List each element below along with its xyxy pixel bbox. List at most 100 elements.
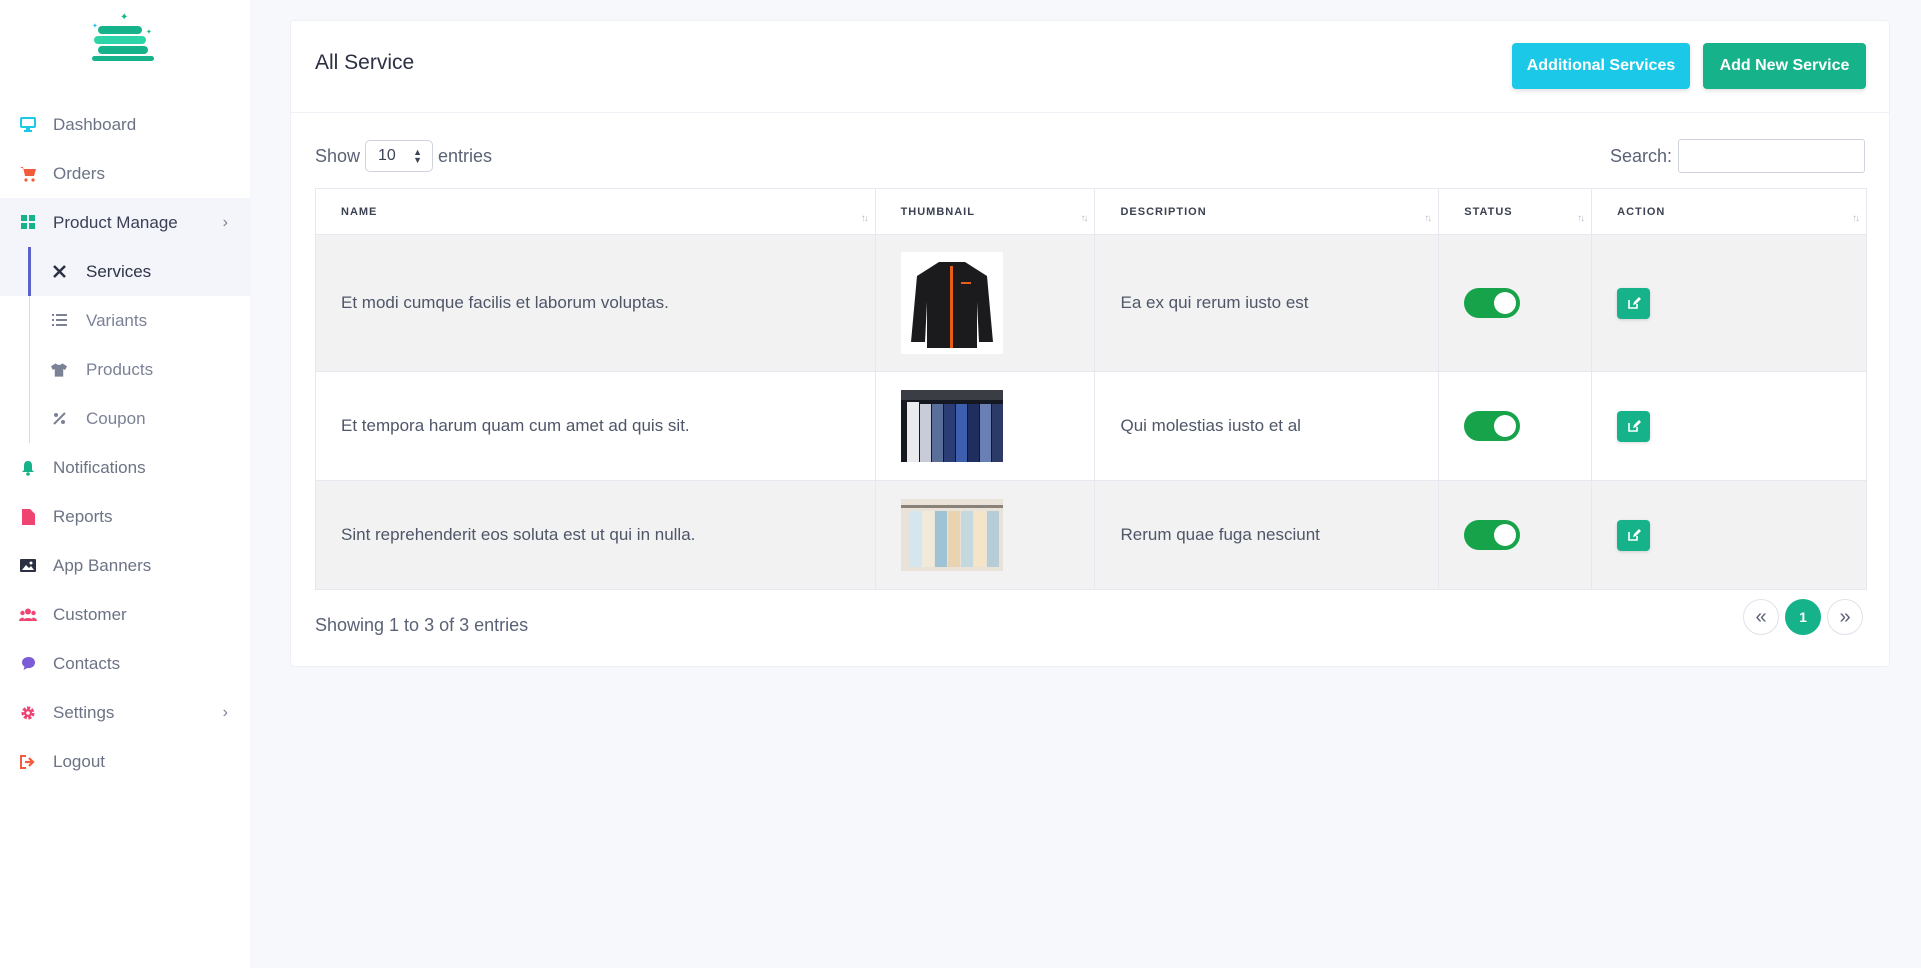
entries-length-control: Show 10 ▲ ▼ entries: [315, 140, 492, 172]
sort-icon: ↑↓: [1577, 213, 1585, 224]
sidebar-nav: Dashboard Orders Product Manage › Servic…: [0, 100, 250, 786]
cell-name: Sint reprehenderit eos soluta est ut qui…: [315, 480, 876, 590]
sidebar-item-label: Contacts: [53, 653, 121, 673]
sidebar-item-coupon[interactable]: Coupon: [0, 394, 250, 443]
cell-thumbnail: [874, 371, 1096, 481]
sidebar-item-product-manage[interactable]: Product Manage ›: [0, 198, 250, 247]
toggle-knob: [1494, 292, 1517, 314]
image-icon: [19, 557, 37, 575]
card-header: All Service Additional Services Add New …: [291, 21, 1889, 113]
status-toggle[interactable]: [1464, 411, 1521, 441]
sidebar-item-label: Logout: [53, 751, 105, 771]
search-input[interactable]: [1678, 139, 1865, 173]
percent-icon: [51, 411, 67, 427]
sidebar-item-products[interactable]: Products: [0, 345, 250, 394]
sort-icon: ↑↓: [1080, 213, 1088, 224]
thumbnail-jacket-image: [900, 252, 1003, 354]
sidebar-item-orders[interactable]: Orders: [0, 149, 250, 198]
edit-button[interactable]: [1617, 287, 1651, 319]
cell-status: [1438, 234, 1593, 372]
svg-text:✦: ✦: [146, 28, 152, 36]
pagination-next-button[interactable]: »: [1827, 599, 1863, 635]
cell-status: [1438, 480, 1593, 590]
search-label: Search:: [1609, 145, 1672, 166]
table-row: Sint reprehenderit eos soluta est ut qui…: [315, 480, 1867, 590]
sidebar-item-label: Notifications: [53, 457, 146, 477]
cell-status: [1438, 371, 1593, 481]
sort-icon: ↑↓: [860, 213, 869, 224]
sidebar-item-app-banners[interactable]: App Banners: [0, 541, 250, 590]
sidebar-item-label: Services: [86, 261, 152, 281]
thumbnail-shirts-rack-image: [900, 390, 1003, 462]
chat-icon: [19, 655, 37, 673]
table-info: Showing 1 to 3 of 3 entries: [315, 615, 529, 635]
edit-button[interactable]: [1617, 519, 1651, 551]
column-header-description[interactable]: DESCRIPTION ↑↓: [1094, 188, 1440, 235]
edit-icon: [1627, 420, 1641, 432]
sidebar-item-label: Product Manage: [53, 212, 178, 232]
sidebar-item-settings[interactable]: Settings ›: [0, 688, 250, 737]
logout-icon: [19, 753, 37, 771]
toggle-knob: [1494, 524, 1517, 546]
sidebar-item-label: App Banners: [53, 555, 152, 575]
entries-select[interactable]: 10 ▲ ▼: [365, 140, 434, 172]
table-header-row: NAME ↑↓ THUMBNAIL ↑↓ DESCRIPTION ↑↓ STATUS ↑…: [315, 188, 1867, 235]
cell-action: [1591, 480, 1867, 590]
select-arrows-icon: ▲ ▼: [413, 147, 423, 165]
submenu-product-manage: Services Variants Products Coupon: [0, 247, 250, 443]
column-header-name[interactable]: NAME ↑↓: [315, 188, 876, 235]
users-icon: [19, 606, 37, 624]
add-new-service-button[interactable]: Add New Service: [1703, 43, 1866, 89]
tools-icon: [51, 264, 67, 280]
status-toggle[interactable]: [1464, 520, 1521, 550]
bell-icon: [19, 459, 37, 477]
cell-name: Et modi cumque facilis et laborum volupt…: [315, 234, 876, 372]
edit-button[interactable]: [1617, 410, 1651, 442]
cell-thumbnail: [874, 480, 1096, 590]
search-control: Search:: [1610, 139, 1865, 173]
monitor-icon: [19, 116, 37, 134]
sidebar-item-label: Products: [86, 359, 154, 379]
sidebar-item-label: Coupon: [86, 408, 146, 428]
table-row: Et modi cumque facilis et laborum volupt…: [315, 234, 1867, 372]
grid-icon: [19, 214, 37, 232]
sidebar-item-label: Reports: [53, 506, 113, 526]
sidebar-item-label: Variants: [86, 310, 148, 330]
cell-thumbnail: [874, 234, 1096, 372]
cart-icon: [19, 165, 37, 183]
additional-services-button[interactable]: Additional Services: [1512, 43, 1690, 89]
edit-icon: [1627, 529, 1641, 541]
sidebar-item-label: Orders: [53, 163, 105, 183]
sidebar-item-notifications[interactable]: Notifications: [0, 443, 250, 492]
sidebar-item-dashboard[interactable]: Dashboard: [0, 100, 250, 149]
chevron-right-icon: ›: [222, 213, 228, 231]
cell-description: Rerum quae fuga nesciunt: [1094, 480, 1440, 590]
pagination-prev-button[interactable]: «: [1743, 599, 1779, 635]
tshirt-icon: [51, 362, 67, 378]
sidebar: ✦ ✦ ✦ Dashboard Orders Product Manage › …: [0, 0, 250, 968]
column-header-action[interactable]: ACTION ↑↓: [1591, 188, 1867, 235]
sort-icon: ↑↓: [1424, 213, 1432, 224]
sidebar-item-variants[interactable]: Variants: [0, 296, 250, 345]
services-table: NAME ↑↓ THUMBNAIL ↑↓ DESCRIPTION ↑↓ STATUS ↑…: [315, 188, 1867, 590]
sidebar-item-logout[interactable]: Logout: [0, 737, 250, 786]
cell-name: Et tempora harum quam cum amet ad quis s…: [315, 371, 876, 481]
sidebar-item-label: Settings: [53, 702, 115, 722]
cell-action: [1591, 371, 1867, 481]
sidebar-item-customer[interactable]: Customer: [0, 590, 250, 639]
chevron-right-icon: ›: [222, 703, 228, 721]
sidebar-item-label: Customer: [53, 604, 127, 624]
status-toggle[interactable]: [1464, 288, 1521, 318]
thumbnail-clothes-rack-image: [900, 499, 1003, 571]
pagination: « 1 »: [1743, 599, 1863, 635]
brand-logo[interactable]: ✦ ✦ ✦: [86, 10, 160, 66]
column-header-thumbnail[interactable]: THUMBNAIL ↑↓: [874, 188, 1096, 235]
sidebar-item-contacts[interactable]: Contacts: [0, 639, 250, 688]
svg-text:✦: ✦: [120, 12, 128, 23]
sort-icon: ↑↓: [1852, 213, 1860, 224]
sidebar-item-services[interactable]: Services: [0, 247, 250, 296]
column-header-status[interactable]: STATUS ↑↓: [1438, 188, 1593, 235]
pagination-page-button[interactable]: 1: [1785, 599, 1821, 635]
cell-action: [1591, 234, 1867, 372]
sidebar-item-reports[interactable]: Reports: [0, 492, 250, 541]
